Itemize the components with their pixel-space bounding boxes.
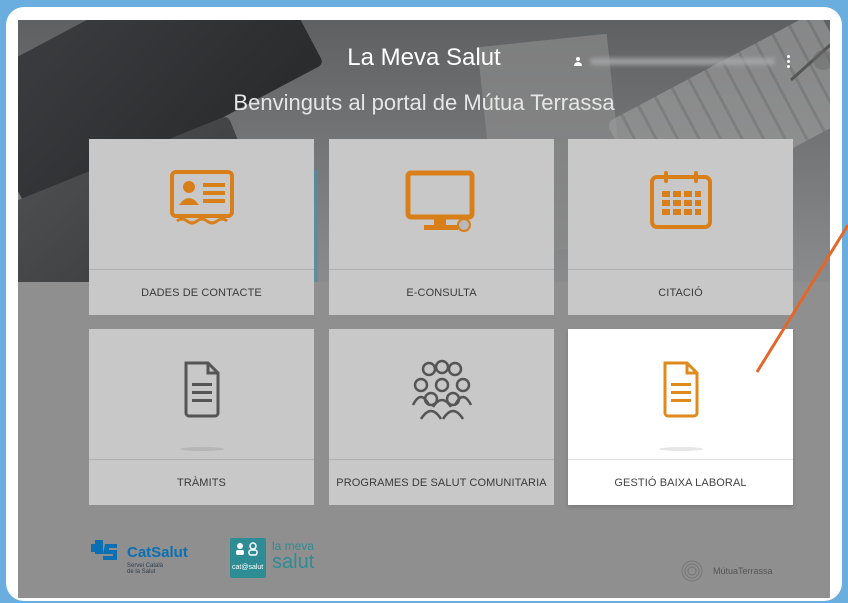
- la-meva-salut-logo[interactable]: cat@salut la meva salut: [230, 538, 314, 578]
- page-subtitle: Benvinguts al portal de Mútua Terrassa: [233, 90, 615, 115]
- document-icon: [568, 359, 793, 419]
- tile-gestio-baixa-laboral[interactable]: GESTIÓ BAIXA LABORAL: [568, 329, 793, 505]
- pen-decoration: [790, 43, 830, 82]
- portal-page: La Meva Salut Benvinguts al portal de Mú…: [18, 20, 830, 598]
- tile-label: GESTIÓ BAIXA LABORAL: [568, 459, 793, 505]
- la-meva-salut-badge-text: cat@salut: [232, 564, 264, 571]
- tile-programes-salut-comunitaria[interactable]: PROGRAMES DE SALUT COMUNITARIA: [329, 329, 554, 505]
- tile-label: E-CONSULTA: [329, 269, 554, 315]
- device-screen: La Meva Salut Benvinguts al portal de Mú…: [6, 7, 842, 601]
- icon-shadow: [658, 447, 703, 451]
- mutua-terrassa-name: MútuaTerrassa: [713, 566, 773, 576]
- user-icon: [574, 56, 582, 66]
- monitor-icon: [329, 169, 554, 235]
- tile-label: DADES DE CONTACTE: [89, 269, 314, 315]
- mutua-flower-icon: [681, 560, 703, 582]
- community-group-icon: [329, 359, 554, 421]
- la-meva-salut-line2: salut: [272, 551, 315, 573]
- user-menu[interactable]: [574, 54, 775, 68]
- footer: CatSalut Servei Català de la Salut cat@s…: [18, 518, 830, 598]
- catsalut-subtitle: Servei Català de la Salut: [127, 563, 164, 575]
- la-meva-salut-badge: cat@salut: [230, 538, 266, 578]
- catsalut-name: CatSalut: [127, 544, 188, 561]
- tile-citacio[interactable]: CITACIÓ: [568, 139, 793, 315]
- tile-label: TRÀMITS: [89, 459, 314, 505]
- mutua-terrassa-logo[interactable]: MútuaTerrassa: [679, 558, 773, 584]
- icon-shadow: [179, 447, 224, 451]
- contact-card-icon: [89, 169, 314, 225]
- catsalut-mark-icon: [91, 540, 117, 560]
- people-icon: [236, 542, 258, 556]
- tile-label: PROGRAMES DE SALUT COMUNITARIA: [329, 459, 554, 505]
- user-name-blurred: [590, 57, 775, 65]
- calendar-icon: [568, 169, 793, 231]
- tile-dades-de-contacte[interactable]: DADES DE CONTACTE: [89, 139, 314, 315]
- tile-e-consulta[interactable]: E-CONSULTA: [329, 139, 554, 315]
- tile-label: CITACIÓ: [568, 269, 793, 315]
- catsalut-logo[interactable]: CatSalut Servei Català de la Salut: [91, 540, 188, 575]
- tile-tramits[interactable]: TRÀMITS: [89, 329, 314, 505]
- document-icon: [89, 359, 314, 419]
